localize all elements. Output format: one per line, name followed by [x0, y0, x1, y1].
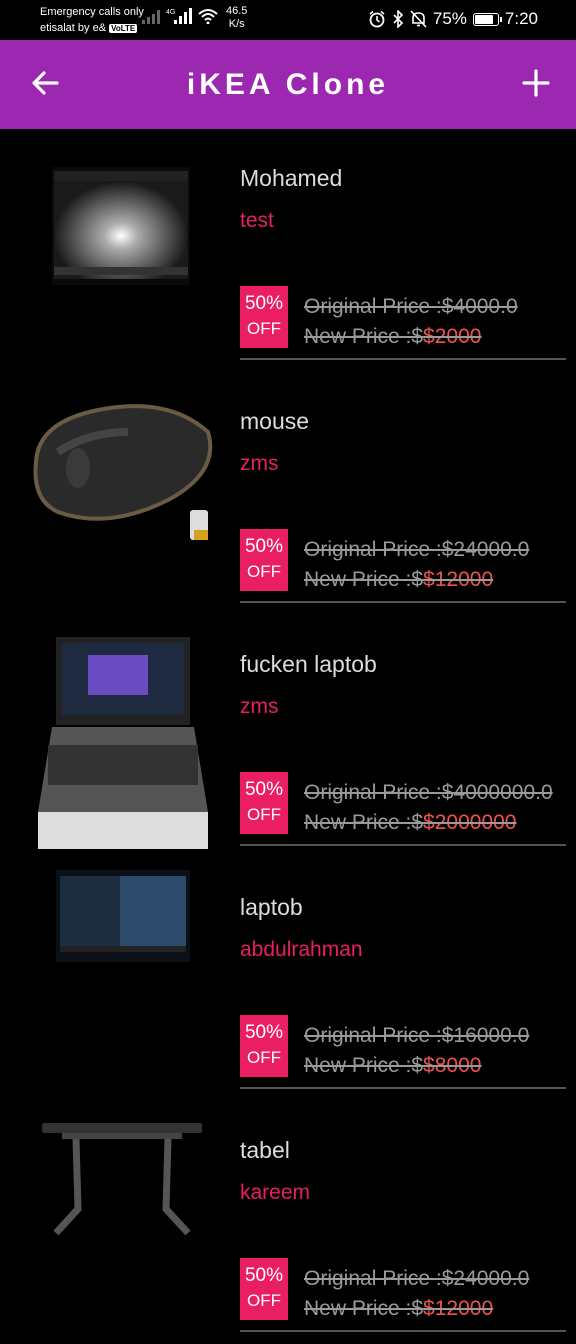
new-price-label: New Price :$: [304, 811, 424, 834]
add-icon[interactable]: [521, 68, 551, 98]
product-name: fucken laptob: [240, 651, 377, 677]
product-owner: kareem: [240, 1181, 311, 1204]
product-name: tabel: [240, 1137, 290, 1163]
status-right: 75% 7:20: [368, 9, 538, 29]
new-price-value: $12000: [423, 568, 494, 591]
discount-percent: 50%: [244, 1022, 284, 1043]
list-item[interactable]: fucken laptob zms 50% OFF Original Price…: [0, 615, 576, 858]
original-price: Original Price :$24000.0: [304, 538, 530, 561]
network-speed: 46.5 K/s: [226, 5, 247, 31]
mute-bell-icon: [410, 10, 427, 28]
new-price-label: New Price :$: [304, 1054, 424, 1077]
signal-4g-icon: 4G: [166, 8, 192, 24]
discount-off: OFF: [247, 319, 281, 338]
discount-percent: 50%: [244, 536, 284, 557]
signal-icon: [142, 10, 160, 24]
app-bar: iKEA Clone: [0, 40, 576, 129]
new-price: New Price :$$2000000: [304, 808, 553, 838]
product-name: laptob: [240, 894, 303, 920]
new-price: New Price :$$12000: [304, 565, 529, 595]
signal-group: 4G: [142, 8, 218, 24]
original-price: Original Price :$24000.0: [304, 1267, 530, 1290]
discount-off: OFF: [247, 805, 281, 824]
new-price-value: $8000: [423, 1054, 482, 1077]
discount-percent: 50%: [244, 779, 284, 800]
product-image: [38, 637, 208, 849]
original-price: Original Price :$16000.0: [304, 1024, 530, 1047]
product-name: Mohamed: [240, 165, 343, 191]
list-item[interactable]: tabel kareem 50% OFF Original Price :$24…: [0, 1101, 576, 1344]
new-price-label: New Price :$: [304, 1297, 424, 1320]
page-title: iKEA Clone: [186, 68, 390, 101]
product-image: [33, 404, 213, 540]
status-bar: Emergency calls only etisalat by e& VoLT…: [0, 0, 576, 40]
divider: [240, 601, 566, 603]
price-block: Original Price :$24000.0 New Price :$$12…: [304, 535, 529, 595]
product-owner: zms: [240, 452, 279, 475]
product-image: [52, 167, 190, 285]
discount-badge: 50% OFF: [240, 1258, 288, 1320]
svg-text:4G: 4G: [166, 9, 175, 16]
divider: [240, 1087, 566, 1089]
wifi-icon: [198, 9, 218, 24]
discount-off: OFF: [247, 1291, 281, 1310]
original-price: Original Price :$4000000.0: [304, 781, 553, 804]
clock: 7:20: [504, 9, 538, 28]
battery-icon: [472, 12, 502, 26]
product-name: mouse: [240, 408, 310, 434]
new-price: New Price :$$8000: [304, 1051, 529, 1081]
product-owner: abdulrahman: [240, 938, 363, 961]
new-price: New Price :$$12000: [304, 1294, 529, 1324]
discount-badge: 50% OFF: [240, 1015, 288, 1077]
discount-percent: 50%: [244, 293, 284, 314]
new-price-label: New Price :$: [304, 325, 424, 348]
price-block: Original Price :$4000000.0 New Price :$$…: [304, 778, 553, 838]
divider: [240, 1330, 566, 1332]
speed-unit: K/s: [228, 18, 245, 30]
original-price: Original Price :$4000.0: [304, 295, 518, 318]
discount-off: OFF: [247, 1048, 281, 1067]
carrier-info: Emergency calls only etisalat by e& VoLT…: [40, 4, 144, 37]
product-image: [42, 1123, 202, 1236]
discount-badge: 50% OFF: [240, 772, 288, 834]
new-price: New Price :$$2000: [304, 322, 518, 352]
product-owner: test: [240, 209, 274, 232]
battery-percent: 75%: [432, 9, 467, 28]
divider: [240, 358, 566, 360]
discount-badge: 50% OFF: [240, 529, 288, 591]
carrier-name: etisalat by e&: [40, 22, 107, 34]
divider: [240, 844, 566, 846]
speed-value: 46.5: [226, 5, 248, 17]
list-item[interactable]: Mohamed test 50% OFF Original Price :$40…: [0, 129, 576, 372]
emergency-text: Emergency calls only: [40, 6, 144, 18]
product-image: [56, 870, 190, 962]
discount-off: OFF: [247, 562, 281, 581]
new-price-label: New Price :$: [304, 568, 424, 591]
volte-badge: VoLTE: [109, 24, 138, 33]
list-item[interactable]: mouse zms 50% OFF Original Price :$24000…: [0, 372, 576, 615]
list-item[interactable]: laptob abdulrahman 50% OFF Original Pric…: [0, 858, 576, 1101]
bluetooth-icon: [393, 10, 404, 28]
price-block: Original Price :$4000.0 New Price :$$200…: [304, 292, 518, 352]
alarm-icon: [369, 10, 385, 28]
new-price-value: $2000000: [423, 811, 517, 834]
price-block: Original Price :$24000.0 New Price :$$12…: [304, 1264, 529, 1324]
price-block: Original Price :$16000.0 New Price :$$80…: [304, 1021, 529, 1081]
new-price-value: $12000: [423, 1297, 494, 1320]
discount-badge: 50% OFF: [240, 286, 288, 348]
discount-percent: 50%: [244, 1265, 284, 1286]
product-list[interactable]: Mohamed test 50% OFF Original Price :$40…: [0, 129, 576, 1344]
new-price-value: $2000: [423, 325, 482, 348]
product-owner: zms: [240, 695, 279, 718]
